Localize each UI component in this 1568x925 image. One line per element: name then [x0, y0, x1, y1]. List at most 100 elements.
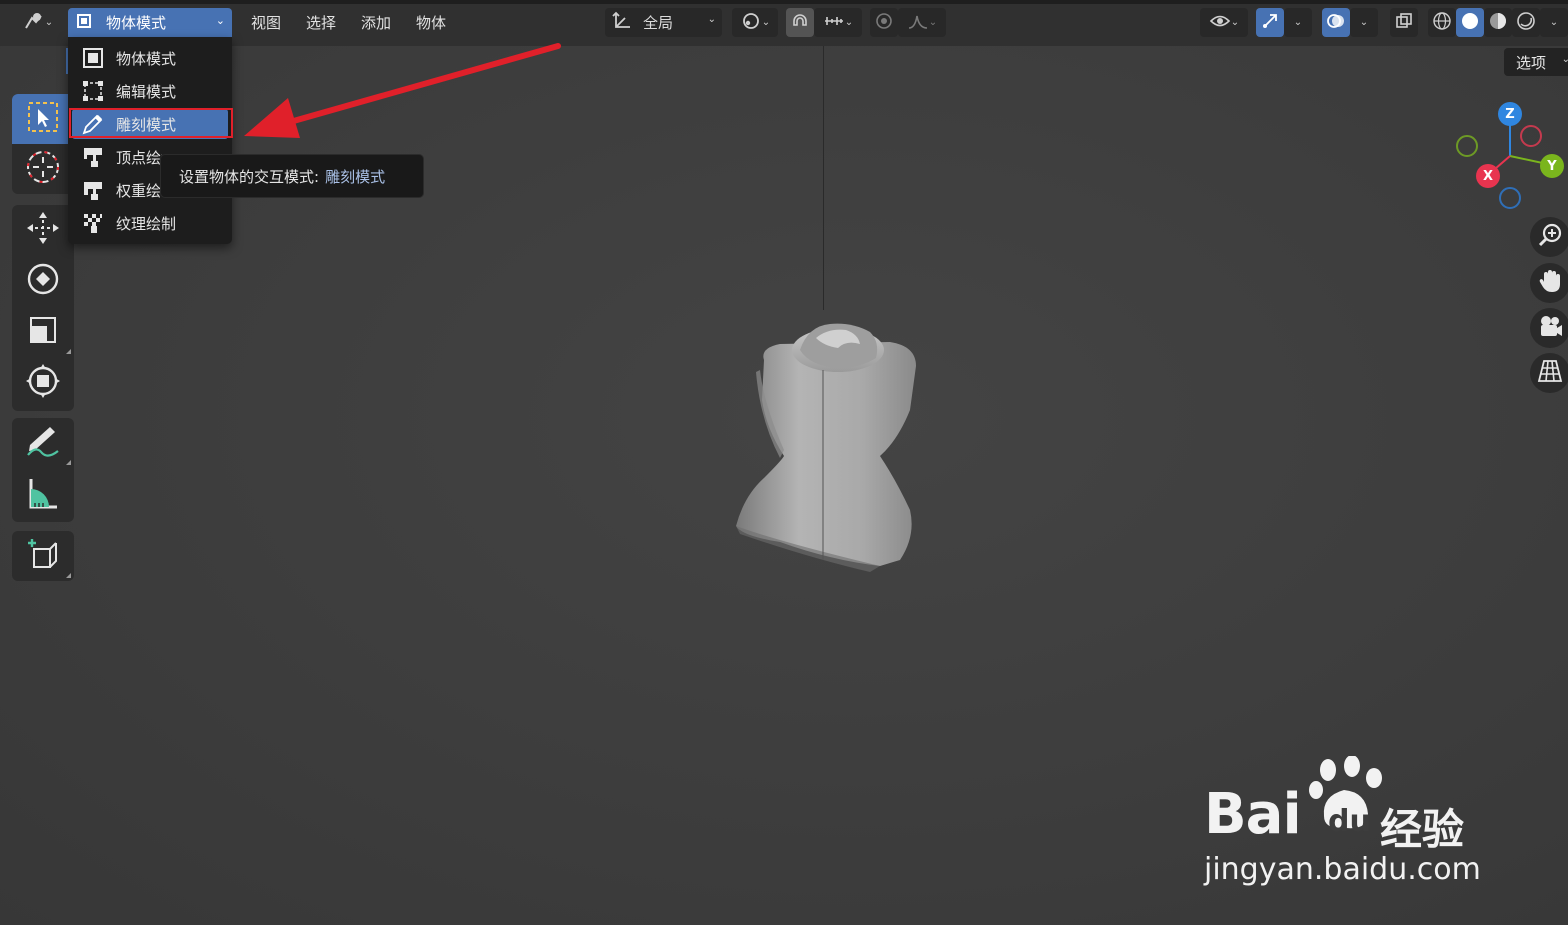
- mode-menu-item-vertex-paint[interactable]: 顶点绘制: [72, 142, 162, 172]
- menu-object[interactable]: 物体: [416, 10, 446, 36]
- mode-menu-item-label: 物体模式: [116, 49, 177, 68]
- chevron-down-icon: ⌄: [1359, 17, 1369, 28]
- grid-perspective-icon: [1537, 358, 1563, 388]
- mode-dropdown-menu: 物体模式 编辑模式 雕刻模式 顶点绘制 权重绘制 纹理绘制: [68, 37, 232, 244]
- tool-annotate[interactable]: [12, 418, 74, 468]
- editor-type-button[interactable]: ⌄: [14, 8, 62, 37]
- gizmo-axis-z[interactable]: Z: [1498, 102, 1522, 126]
- gizmo-icon: [1260, 11, 1280, 35]
- zoom-button[interactable]: [1530, 217, 1568, 257]
- proportional-falloff-dropdown[interactable]: ⌄: [898, 8, 946, 37]
- tool-add-cube[interactable]: [12, 531, 74, 581]
- gizmo-dropdown[interactable]: ⌄: [1284, 8, 1312, 37]
- xray-toggle[interactable]: [1390, 8, 1418, 37]
- camera-icon: [1537, 313, 1563, 343]
- overlays-dropdown[interactable]: ⌄: [1350, 8, 1378, 37]
- chevron-down-icon: ⌄: [761, 17, 771, 28]
- menu-view[interactable]: 视图: [251, 10, 281, 36]
- chevron-down-icon: ⌄: [707, 14, 716, 25]
- gizmo-axis-x[interactable]: X: [1476, 164, 1500, 188]
- pivot-point-dropdown[interactable]: ⌄: [732, 8, 778, 37]
- shading-wireframe[interactable]: [1428, 8, 1456, 37]
- transform-orientation-dropdown[interactable]: 全局 ⌄: [605, 8, 722, 37]
- proportional-edit-icon: [874, 11, 894, 35]
- baidu-jingyan-watermark: Bai du 经验 jingyan.baidu.com: [1204, 756, 1504, 900]
- tool-cursor[interactable]: [12, 144, 74, 194]
- camera-view-button[interactable]: [1530, 308, 1568, 348]
- shading-dropdown[interactable]: ⌄: [1540, 8, 1568, 37]
- zoom-magnifier-icon: [1537, 222, 1563, 252]
- chevron-down-icon: ⌄: [1230, 17, 1240, 28]
- tooltip-value: 雕刻模式: [325, 167, 386, 186]
- mode-menu-item-label: 纹理绘制: [116, 214, 177, 233]
- proportional-edit-toggle[interactable]: [870, 8, 898, 37]
- tool-measure[interactable]: [12, 470, 74, 520]
- annotation-highlight-box: [69, 108, 233, 138]
- texture-paint-icon: [82, 212, 104, 234]
- annotation-arrow: [244, 43, 561, 138]
- chevron-down-icon: ⌄: [1549, 17, 1559, 28]
- submenu-corner-icon: [66, 573, 71, 578]
- snap-toggle[interactable]: [786, 8, 814, 37]
- move-icon: [25, 210, 61, 250]
- mode-selector[interactable]: 物体模式 ⌄: [68, 8, 232, 37]
- snap-target-dropdown[interactable]: ⌄: [814, 8, 862, 37]
- material-sphere-icon: [1488, 11, 1508, 35]
- options-label: 选项: [1516, 53, 1547, 72]
- sculpt-object[interactable]: [720, 310, 940, 580]
- pan-button[interactable]: [1530, 263, 1568, 303]
- snap-increment-icon: [823, 12, 845, 34]
- mode-selector-label: 物体模式: [106, 14, 167, 32]
- gizmo-toggle[interactable]: [1256, 8, 1284, 37]
- scale-icon: [27, 314, 59, 350]
- mode-menu-item-texture-paint[interactable]: 纹理绘制: [72, 208, 228, 238]
- shading-solid[interactable]: [1456, 8, 1484, 37]
- chevron-down-icon: ⌄: [844, 17, 854, 28]
- visibility-dropdown[interactable]: ⌄: [1200, 8, 1248, 37]
- watermark-cn: 经验: [1380, 805, 1465, 854]
- hand-icon: [1537, 268, 1563, 298]
- tool-move[interactable]: [12, 205, 74, 255]
- mode-tooltip: 设置物体的交互模式: 雕刻模式: [160, 154, 424, 198]
- vertex-paint-icon: [82, 146, 104, 168]
- center-line: [823, 10, 824, 310]
- watermark-url: jingyan.baidu.com: [1204, 852, 1481, 887]
- menu-add[interactable]: 添加: [361, 10, 391, 36]
- shading-rendered[interactable]: [1512, 8, 1540, 37]
- add-cube-icon: [24, 535, 62, 577]
- toolbar-group-transform: [12, 205, 74, 411]
- options-dropdown[interactable]: 选项 ⌄: [1504, 48, 1568, 76]
- chevron-down-icon: ⌄: [928, 17, 938, 28]
- edit-mode-icon: [82, 80, 104, 102]
- mode-menu-item-label: 顶点绘制: [116, 148, 162, 167]
- orientation-icon: [611, 10, 633, 36]
- tool-select-box[interactable]: [12, 94, 74, 144]
- tool-transform[interactable]: [12, 358, 74, 408]
- chevron-down-icon: ⌄: [215, 14, 225, 27]
- pivot-icon: [740, 11, 762, 35]
- xray-icon: [1395, 12, 1413, 34]
- mode-menu-item-label: 权重绘制: [116, 181, 162, 200]
- watermark-brand-suffix: du: [1328, 804, 1371, 839]
- cursor-crosshair-icon: [24, 148, 62, 190]
- gizmo-axis-y[interactable]: Y: [1540, 154, 1564, 178]
- rendered-sphere-icon: [1516, 11, 1536, 35]
- mode-menu-item-object[interactable]: 物体模式: [72, 43, 228, 73]
- tooltip-text: 设置物体的交互模式:: [179, 167, 320, 186]
- toolbar-group-annotate: [12, 418, 74, 522]
- toolbar-group-select: [12, 94, 74, 194]
- mode-menu-item-weight-paint[interactable]: 权重绘制: [72, 175, 162, 205]
- perspective-toggle-button[interactable]: [1530, 353, 1568, 393]
- toolbar-group-add: [12, 531, 74, 581]
- tool-scale[interactable]: [12, 307, 74, 357]
- shading-material[interactable]: [1484, 8, 1512, 37]
- watermark-brand: Bai: [1204, 782, 1302, 847]
- header-topline: [0, 0, 1568, 4]
- tool-rotate[interactable]: [12, 256, 74, 306]
- overlays-toggle[interactable]: [1322, 8, 1350, 37]
- menu-select[interactable]: 选择: [306, 10, 336, 36]
- transform-icon: [25, 363, 61, 403]
- chevron-down-icon: ⌄: [44, 17, 54, 28]
- mode-menu-item-edit[interactable]: 编辑模式: [72, 76, 228, 106]
- submenu-corner-icon: [66, 460, 71, 465]
